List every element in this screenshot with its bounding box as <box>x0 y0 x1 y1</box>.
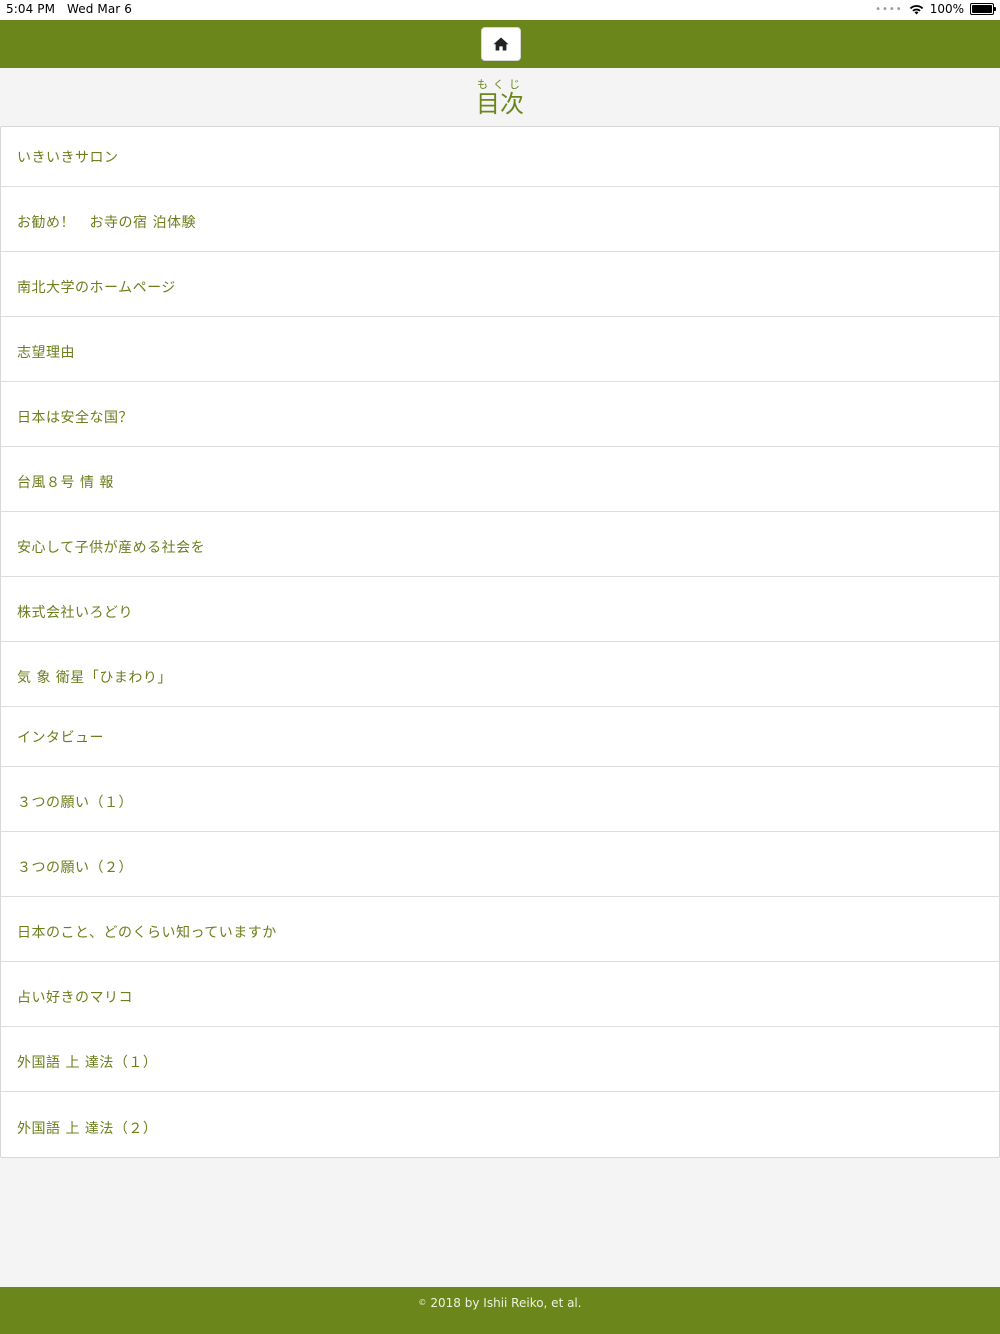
list-item-label: 外国語 上 達法（１） <box>17 1055 158 1071</box>
status-right: •••• 100% <box>875 2 996 16</box>
app-header <box>0 20 1000 68</box>
list-item-label: ３つの願い（１） <box>17 795 133 811</box>
list-item[interactable]: 株式会社いろどり <box>1 577 999 642</box>
footer-text: 2018 by Ishii Reiko, et al. <box>430 1295 582 1310</box>
list-item[interactable]: 日本は安全な国？ <box>1 382 999 447</box>
status-left: 5:04 PM Wed Mar 6 <box>6 2 140 16</box>
page-title-text: 目次 <box>476 90 524 118</box>
home-icon <box>493 37 509 51</box>
list-item[interactable]: 日本のこと、どのくらい知っていますか <box>1 897 999 962</box>
list-item-label: ３つの願い（２） <box>17 860 133 876</box>
list-item-label: 占い好きのマリコ <box>17 990 133 1006</box>
list-item-label: お勧め！ お寺の宿 泊体験 <box>17 215 196 231</box>
status-date: Wed Mar 6 <box>66 2 132 16</box>
list-item-label: 外国語 上 達法（２） <box>17 1120 158 1137</box>
copyright-symbol: © <box>418 1298 427 1307</box>
list-item[interactable]: 外国語 上 達法（２） <box>1 1092 999 1157</box>
page-title: 目次もくじ <box>476 78 524 116</box>
wifi-icon <box>909 4 923 14</box>
contents-list: いきいきサロン お勧め！ お寺の宿 泊体験 南北大学のホームページ 志望理由 日… <box>0 126 1000 1158</box>
list-item[interactable]: 安心して子供が産める社会を <box>1 512 999 577</box>
list-item-label: 日本は安全な国？ <box>17 410 133 426</box>
list-item-label: インタビュー <box>17 729 104 746</box>
page-title-reading: もくじ <box>476 78 524 91</box>
list-item-label: 気 象 衛星「ひまわり」 <box>17 670 172 686</box>
list-item[interactable]: インタビュー <box>1 707 999 767</box>
list-item-label: 南北大学のホームページ <box>17 280 176 296</box>
list-item-label: 志望理由 <box>17 345 75 361</box>
list-item[interactable]: 気 象 衛星「ひまわり」 <box>1 642 999 707</box>
list-item[interactable]: 南北大学のホームページ <box>1 252 999 317</box>
list-item-label: 日本のこと、どのくらい知っていますか <box>17 925 277 941</box>
list-item[interactable]: お勧め！ お寺の宿 泊体験 <box>1 187 999 252</box>
list-item[interactable]: 志望理由 <box>1 317 999 382</box>
home-button[interactable] <box>481 27 521 61</box>
list-item[interactable]: 外国語 上 達法（１） <box>1 1027 999 1092</box>
title-area: 目次もくじ <box>0 68 1000 126</box>
list-item-label: いきいきサロン <box>17 149 119 166</box>
list-item-label: 台風８号 情 報 <box>17 475 114 491</box>
footer: © 2018 by Ishii Reiko, et al. <box>0 1287 1000 1334</box>
signal-dots-icon: •••• <box>875 3 903 15</box>
list-item[interactable]: 占い好きのマリコ <box>1 962 999 1027</box>
list-item[interactable]: 台風８号 情 報 <box>1 447 999 512</box>
battery-icon <box>970 3 996 15</box>
status-bar: 5:04 PM Wed Mar 6 •••• 100% <box>0 0 1000 20</box>
list-item-label: 安心して子供が産める社会を <box>17 540 206 556</box>
list-item[interactable]: いきいきサロン <box>1 127 999 187</box>
list-item[interactable]: ３つの願い（２） <box>1 832 999 897</box>
list-item-label: 株式会社いろどり <box>17 605 133 621</box>
list-item[interactable]: ３つの願い（１） <box>1 767 999 832</box>
battery-percent: 100% <box>929 2 964 16</box>
status-time: 5:04 PM <box>6 2 56 16</box>
